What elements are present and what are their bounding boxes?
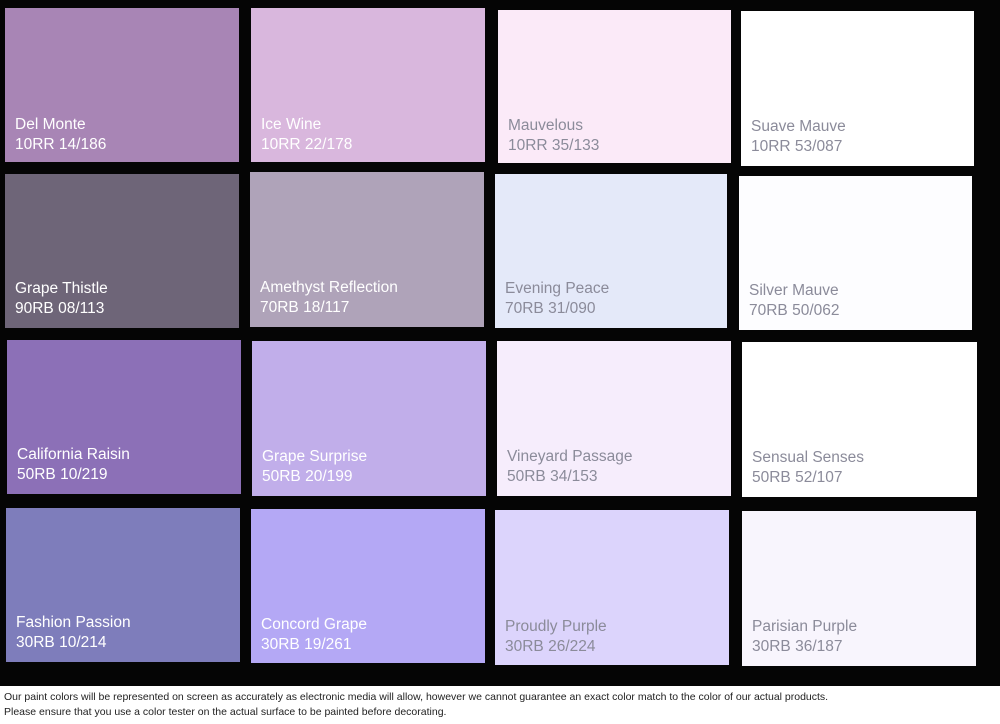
swatch-california-raisin[interactable]: California Raisin 50RB 10/219 — [7, 340, 241, 494]
swatch-code: 10RR 53/087 — [751, 138, 843, 155]
swatch-ice-wine[interactable]: Ice Wine 10RR 22/178 — [251, 8, 485, 162]
swatch-name: Vineyard Passage — [507, 448, 633, 465]
disclaimer-text: Our paint colors will be represented on … — [4, 690, 998, 720]
swatch-code: 50RB 20/199 — [262, 468, 353, 485]
swatch-code: 70RB 50/062 — [749, 302, 840, 319]
swatch-fashion-passion[interactable]: Fashion Passion 30RB 10/214 — [6, 508, 240, 662]
swatch-name: Grape Thistle — [15, 280, 108, 297]
swatch-mauvelous[interactable]: Mauvelous 10RR 35/133 — [498, 10, 731, 163]
swatch-name: Proudly Purple — [505, 618, 607, 635]
swatch-code: 50RB 52/107 — [752, 469, 843, 486]
swatch-code: 30RB 26/224 — [505, 638, 596, 655]
swatch-vineyard-passage[interactable]: Vineyard Passage 50RB 34/153 — [497, 341, 731, 496]
swatch-code: 70RB 18/117 — [260, 299, 350, 316]
swatch-grape-thistle[interactable]: Grape Thistle 90RB 08/113 — [5, 174, 239, 328]
swatch-amethyst-reflection[interactable]: Amethyst Reflection 70RB 18/117 — [250, 172, 484, 327]
swatch-name: Amethyst Reflection — [260, 279, 398, 296]
swatch-code: 30RB 10/214 — [16, 634, 107, 651]
swatch-code: 10RR 35/133 — [508, 137, 600, 154]
swatch-silver-mauve[interactable]: Silver Mauve 70RB 50/062 — [739, 176, 972, 330]
swatch-grape-surprise[interactable]: Grape Surprise 50RB 20/199 — [252, 341, 486, 496]
swatch-del-monte[interactable]: Del Monte 10RR 14/186 — [5, 8, 239, 162]
swatch-code: 10RR 22/178 — [261, 136, 353, 153]
swatch-name: Mauvelous — [508, 117, 583, 134]
swatch-name: Silver Mauve — [749, 282, 839, 299]
swatch-evening-peace[interactable]: Evening Peace 70RB 31/090 — [495, 174, 727, 328]
swatch-name: Del Monte — [15, 116, 86, 133]
swatch-sensual-senses[interactable]: Sensual Senses 50RB 52/107 — [742, 342, 977, 497]
swatch-code: 30RB 36/187 — [752, 638, 843, 655]
swatch-name: Grape Surprise — [262, 448, 368, 465]
swatch-code: 50RB 10/219 — [17, 466, 108, 483]
swatch-code: 50RB 34/153 — [507, 468, 598, 485]
color-chart-panel: Del Monte 10RR 14/186 Ice Wine 10RR 22/1… — [0, 0, 1000, 686]
swatch-code: 30RB 19/261 — [261, 636, 352, 653]
swatch-code: 90RB 08/113 — [15, 300, 105, 317]
swatch-code: 70RB 31/090 — [505, 300, 596, 317]
swatch-name: California Raisin — [17, 446, 130, 463]
swatch-name: Fashion Passion — [16, 614, 131, 631]
swatch-name: Sensual Senses — [752, 449, 865, 466]
swatch-name: Ice Wine — [261, 116, 322, 133]
swatch-proudly-purple[interactable]: Proudly Purple 30RB 26/224 — [495, 510, 729, 665]
disclaimer-line-2: Please ensure that you use a color teste… — [4, 706, 447, 718]
swatch-name: Concord Grape — [261, 616, 367, 633]
swatch-concord-grape[interactable]: Concord Grape 30RB 19/261 — [251, 509, 485, 663]
swatch-suave-mauve[interactable]: Suave Mauve 10RR 53/087 — [741, 11, 974, 166]
swatch-parisian-purple[interactable]: Parisian Purple 30RB 36/187 — [742, 511, 976, 666]
swatch-name: Parisian Purple — [752, 618, 858, 635]
disclaimer-line-1: Our paint colors will be represented on … — [4, 691, 829, 703]
swatch-code: 10RR 14/186 — [15, 136, 107, 153]
swatch-name: Suave Mauve — [751, 118, 846, 135]
swatch-name: Evening Peace — [505, 280, 610, 297]
